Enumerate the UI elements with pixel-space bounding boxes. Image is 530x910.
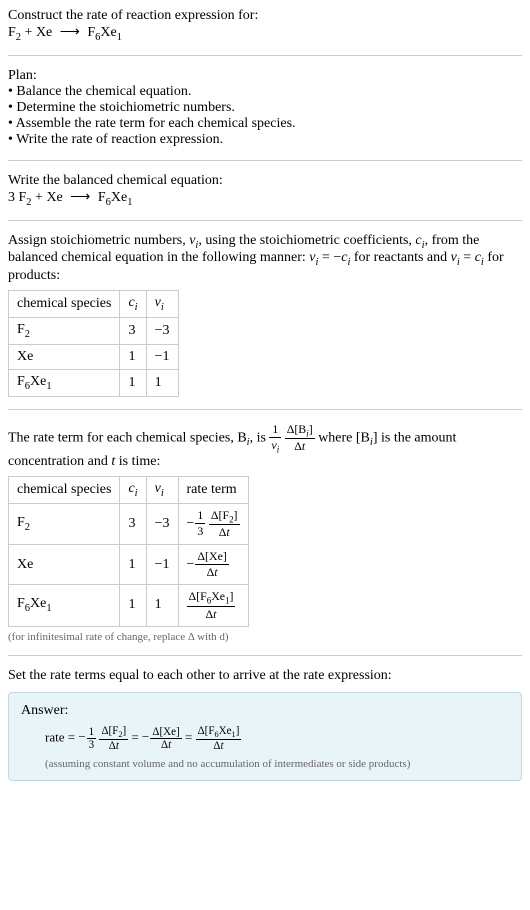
c-cell: 1 [120, 344, 146, 369]
table-row: F2 3 −3 −13 Δ[F2]Δt [9, 503, 249, 544]
rate-cell: −Δ[Xe]Δt [178, 545, 248, 585]
table-row: F6Xe1 1 1 Δ[F6Xe1]Δt [9, 585, 249, 626]
intro-title: Construct the rate of reaction expressio… [8, 8, 522, 24]
c-cell: 1 [120, 585, 146, 626]
rate-cell: Δ[F6Xe1]Δt [178, 585, 248, 626]
divider [8, 55, 522, 56]
c-cell: 3 [120, 503, 146, 544]
divider [8, 409, 522, 410]
table-row: F2 3 −3 [9, 317, 179, 344]
nu-cell: −1 [146, 545, 178, 585]
rateterm-table: chemical species ci νi rate term F2 3 −3… [8, 476, 249, 627]
stoich-table: chemical species ci νi F2 3 −3 Xe 1 −1 F… [8, 290, 179, 396]
plan-item: Assemble the rate term for each chemical… [8, 116, 522, 132]
table-header-row: chemical species ci νi [9, 291, 179, 318]
species-cell: Xe [9, 545, 120, 585]
header-species: chemical species [9, 476, 120, 503]
header-nu: νi [146, 476, 178, 503]
table-header-row: chemical species ci νi rate term [9, 476, 249, 503]
rateterm-description: The rate term for each chemical species,… [8, 422, 522, 470]
nu-cell: 1 [146, 585, 178, 626]
arrow-icon: ⟶ [70, 190, 90, 205]
divider [8, 220, 522, 221]
intro-section: Construct the rate of reaction expressio… [8, 8, 522, 43]
table-row: Xe 1 −1 [9, 344, 179, 369]
plan-item: Determine the stoichiometric numbers. [8, 100, 522, 116]
balanced-section: Write the balanced chemical equation: 3 … [8, 173, 522, 208]
balanced-title: Write the balanced chemical equation: [8, 173, 522, 189]
answer-note: (assuming constant volume and no accumul… [45, 758, 509, 770]
balanced-equation: 3 F2 + Xe ⟶ F6Xe1 [8, 189, 522, 208]
header-c: ci [120, 291, 146, 318]
header-rate: rate term [178, 476, 248, 503]
table-row: Xe 1 −1 −Δ[Xe]Δt [9, 545, 249, 585]
plan-section: Plan: Balance the chemical equation. Det… [8, 68, 522, 148]
stoich-description: Assign stoichiometric numbers, νi, using… [8, 233, 522, 285]
final-title: Set the rate terms equal to each other t… [8, 668, 522, 684]
arrow-icon: ⟶ [60, 25, 80, 40]
species-cell: Xe [9, 344, 120, 369]
plan-item: Balance the chemical equation. [8, 84, 522, 100]
answer-label: Answer: [21, 703, 509, 719]
c-cell: 1 [120, 545, 146, 585]
plan-list: Balance the chemical equation. Determine… [8, 84, 522, 148]
nu-cell: −3 [146, 503, 178, 544]
fraction: Δ[Bi]Δt [285, 422, 315, 454]
species-cell: F2 [9, 317, 120, 344]
c-cell: 3 [120, 317, 146, 344]
table-row: F6Xe1 1 1 [9, 369, 179, 396]
divider [8, 160, 522, 161]
rate-expression: rate = −13 Δ[F2]Δt = −Δ[Xe]Δt = Δ[F6Xe1]… [45, 725, 509, 752]
species-cell: F6Xe1 [9, 585, 120, 626]
header-nu: νi [146, 291, 178, 318]
species-cell: F6Xe1 [9, 369, 120, 396]
final-section: Set the rate terms equal to each other t… [8, 668, 522, 781]
nu-cell: −3 [146, 317, 178, 344]
plan-title: Plan: [8, 68, 522, 84]
species-cell: F2 [9, 503, 120, 544]
header-species: chemical species [9, 291, 120, 318]
intro-equation: F2 + Xe ⟶ F6Xe1 [8, 24, 522, 43]
nu-cell: 1 [146, 369, 178, 396]
answer-box: Answer: rate = −13 Δ[F2]Δt = −Δ[Xe]Δt = … [8, 692, 522, 781]
header-c: ci [120, 476, 146, 503]
c-cell: 1 [120, 369, 146, 396]
rate-cell: −13 Δ[F2]Δt [178, 503, 248, 544]
fraction: 1νi [269, 422, 281, 454]
plan-item: Write the rate of reaction expression. [8, 132, 522, 148]
stoich-section: Assign stoichiometric numbers, νi, using… [8, 233, 522, 397]
rateterm-section: The rate term for each chemical species,… [8, 422, 522, 643]
rateterm-note: (for infinitesimal rate of change, repla… [8, 631, 522, 643]
divider [8, 655, 522, 656]
nu-cell: −1 [146, 344, 178, 369]
